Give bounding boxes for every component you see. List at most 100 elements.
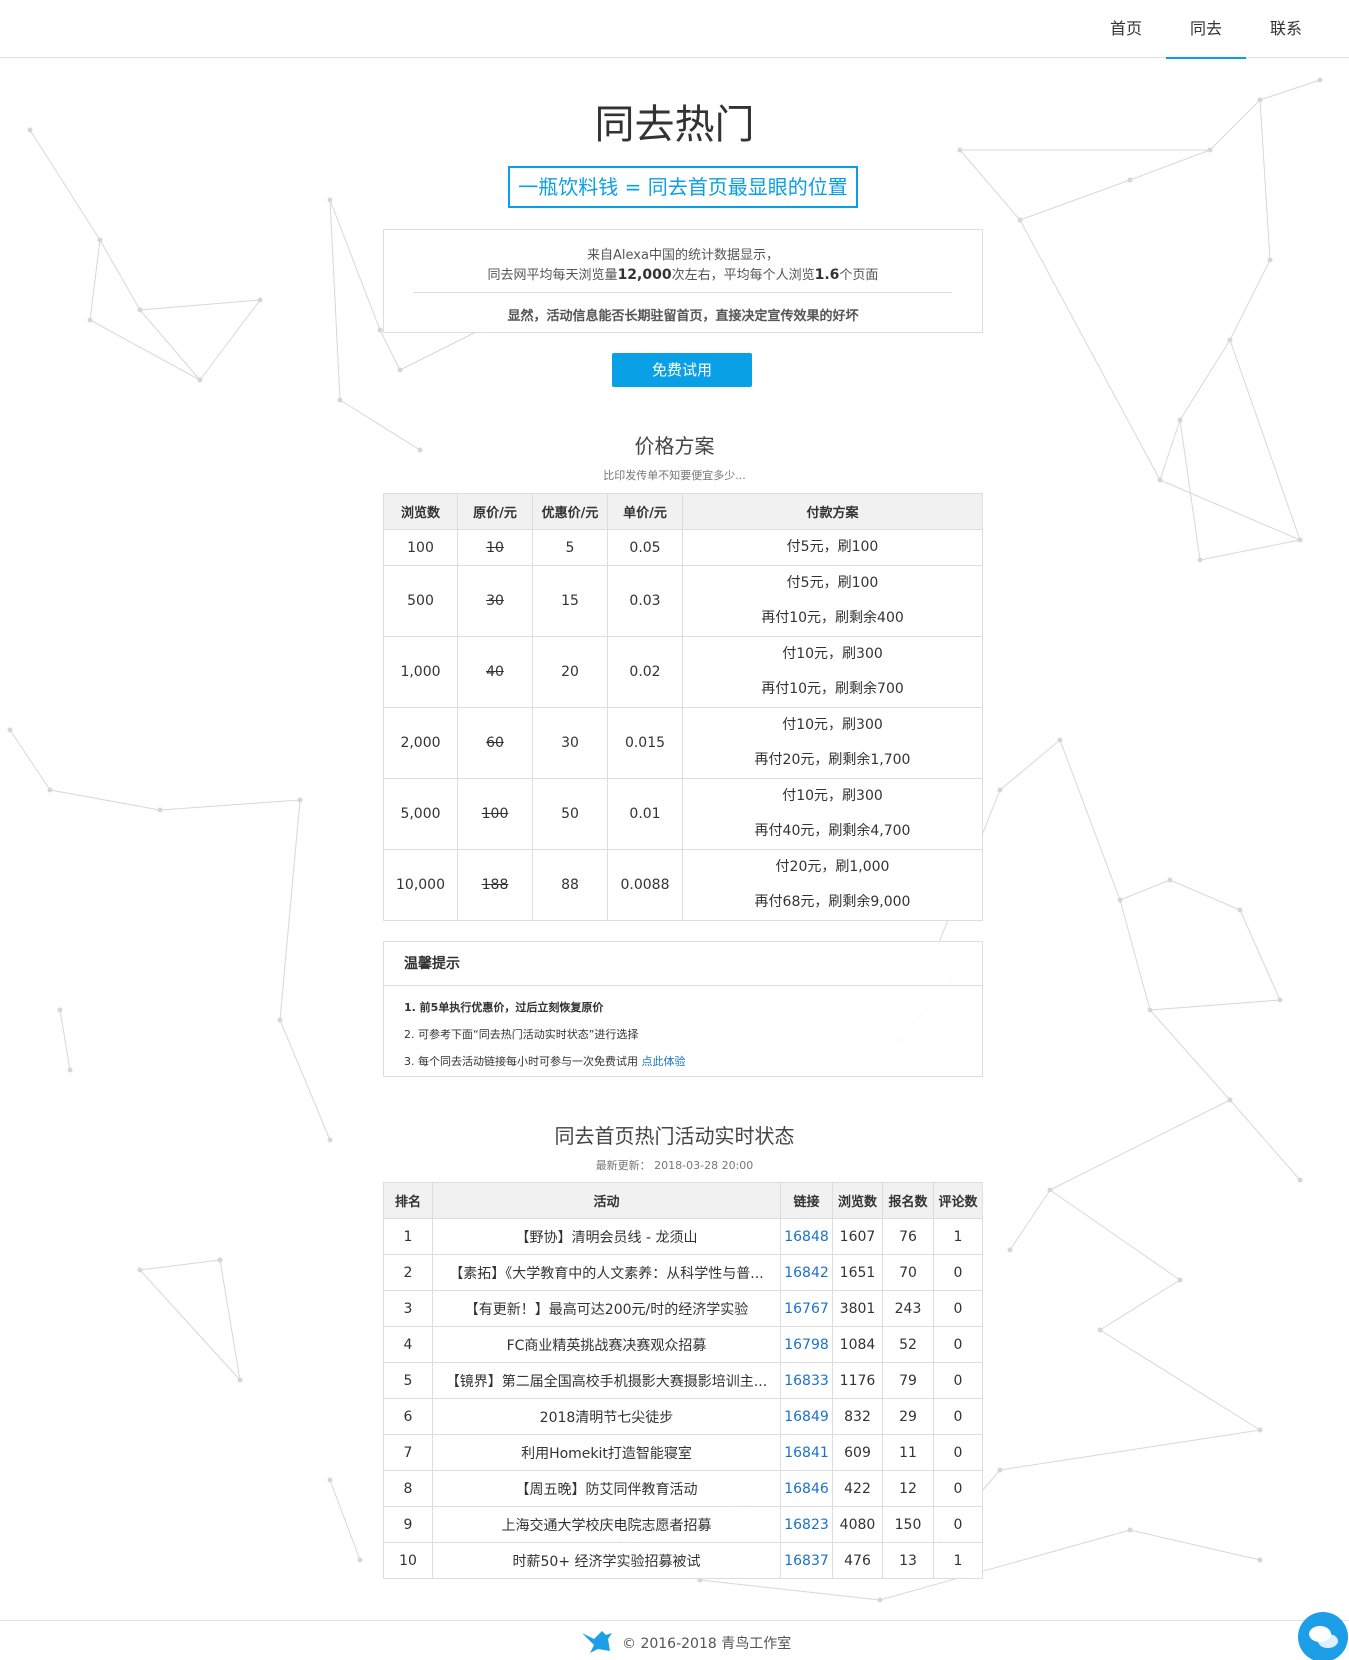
comments-cell: 1 — [933, 1542, 983, 1579]
stats-line-2: 同去网平均每天浏览量12,000次左右，平均每个人浏览1.6个页面 — [487, 267, 879, 283]
rank-cell: 5 — [383, 1362, 433, 1399]
plan-line: 再付20元，刷剩余1,700 — [754, 752, 911, 768]
signups-cell: 12 — [882, 1470, 934, 1507]
try-now-link[interactable]: 点此体验 — [642, 1055, 686, 1068]
views-cell: 609 — [832, 1434, 883, 1471]
pricing-unit-cell: 0.01 — [607, 778, 683, 850]
pricing-orig-cell: 188 — [457, 849, 533, 921]
pricing-deal-cell: 5 — [532, 529, 608, 566]
pricing-orig-cell: 100 — [457, 778, 533, 850]
chat-bubble-icon — [1309, 1626, 1338, 1648]
col-activity: 活动 — [432, 1182, 781, 1219]
pricing-plan-cell: 付20元，刷1,000 再付68元，刷剩余9,000 — [682, 849, 983, 921]
pricing-plan-cell: 付10元，刷300 再付20元，刷剩余1,700 — [682, 707, 983, 779]
activity-link[interactable]: 16767 — [780, 1290, 833, 1327]
activity-link[interactable]: 16849 — [780, 1398, 833, 1435]
chat-button[interactable] — [1298, 1612, 1348, 1660]
activity-link[interactable]: 16798 — [780, 1326, 833, 1363]
pricing-views-cell: 5,000 — [383, 778, 458, 850]
col-signups: 报名数 — [882, 1182, 934, 1219]
nav-contact[interactable]: 联系 — [1246, 0, 1326, 58]
views-cell: 422 — [832, 1470, 883, 1507]
ranking-row: 5 【镜界】第二届全国高校手机摄影大赛摄影培训主... 16833 1176 79 0 — [383, 1362, 983, 1399]
ranking-row: 3 【有更新！】最高可达200元/时的经济学实验 16767 3801 243 0 — [383, 1290, 983, 1327]
pricing-plan-cell: 付5元，刷100 再付10元，刷剩余400 — [682, 565, 983, 637]
views-cell: 1651 — [832, 1254, 883, 1291]
pricing-plan-cell: 付5元，刷100 — [682, 529, 983, 566]
copyright-text: © 2016-2018 青鸟工作室 — [622, 1636, 792, 1652]
col-rank: 排名 — [383, 1182, 433, 1219]
comments-cell: 0 — [933, 1398, 983, 1435]
comments-cell: 0 — [933, 1434, 983, 1471]
ranking-updated: 最新更新： 2018-03-28 20:00 — [595, 1159, 754, 1172]
ranking-table: 排名 活动 链接 浏览数 报名数 评论数 1 【野协】清明会员线 - 龙须山 168… — [383, 1182, 983, 1579]
pricing-orig-cell: 10 — [457, 529, 533, 566]
plan-line: 再付40元，刷剩余4,700 — [754, 823, 911, 839]
pricing-row: 5,000 100 50 0.01 付10元，刷300 再付40元，刷剩余4,700 — [383, 778, 983, 850]
col-views: 浏览数 — [832, 1182, 883, 1219]
activity-link[interactable]: 16841 — [780, 1434, 833, 1471]
pricing-deal-cell: 20 — [532, 636, 608, 708]
activity-cell: 上海交通大学校庆电院志愿者招募 — [432, 1506, 781, 1543]
activity-link[interactable]: 16823 — [780, 1506, 833, 1543]
comments-cell: 0 — [933, 1362, 983, 1399]
comments-cell: 0 — [933, 1326, 983, 1363]
activity-link[interactable]: 16848 — [780, 1218, 833, 1255]
activity-cell: 【有更新！】最高可达200元/时的经济学实验 — [432, 1290, 781, 1327]
activity-cell: 【镜界】第二届全国高校手机摄影大赛摄影培训主... — [432, 1362, 781, 1399]
bird-icon — [582, 1631, 612, 1653]
activity-cell: 时薪50+ 经济学实验招募被试 — [432, 1542, 781, 1579]
top-navigation: 首页 同去 联系 — [0, 0, 1349, 59]
activity-link[interactable]: 16837 — [780, 1542, 833, 1579]
activity-link[interactable]: 16846 — [780, 1470, 833, 1507]
ranking-row: 9 上海交通大学校庆电院志愿者招募 16823 4080 150 0 — [383, 1506, 983, 1543]
pricing-orig-cell: 40 — [457, 636, 533, 708]
stats-divider — [414, 292, 952, 293]
ranking-row: 8 【周五晚】防艾同伴教育活动 16846 422 12 0 — [383, 1470, 983, 1507]
rank-cell: 3 — [383, 1290, 433, 1327]
tip-1: 1. 前5单执行优惠价，过后立刻恢复原价 — [404, 1001, 604, 1014]
pricing-views-cell: 1,000 — [383, 636, 458, 708]
pricing-unit-cell: 0.0088 — [607, 849, 683, 921]
plan-line: 付5元，刷100 — [786, 539, 879, 555]
pricing-views-cell: 10,000 — [383, 849, 458, 921]
stats-line-1: 来自Alexa中国的统计数据显示， — [587, 248, 779, 263]
rank-cell: 2 — [383, 1254, 433, 1291]
signups-cell: 13 — [882, 1542, 934, 1579]
ranking-row: 7 利用Homekit打造智能寝室 16841 609 11 0 — [383, 1434, 983, 1471]
plan-line: 付10元，刷300 — [782, 646, 883, 662]
tip-3: 3. 每个同去活动链接每小时可参与一次免费试用 点此体验 — [404, 1055, 686, 1068]
pricing-deal-cell: 15 — [532, 565, 608, 637]
ranking-row: 4 FC商业精英挑战赛决赛观众招募 16798 1084 52 0 — [383, 1326, 983, 1363]
pricing-deal-cell: 30 — [532, 707, 608, 779]
activity-link[interactable]: 16842 — [780, 1254, 833, 1291]
pricing-title: 价格方案 — [634, 434, 715, 458]
pricing-row: 2,000 60 30 0.015 付10元，刷300 再付20元，刷剩余1,700 — [383, 707, 983, 779]
pricing-views-cell: 500 — [383, 565, 458, 637]
views-cell: 4080 — [832, 1506, 883, 1543]
pricing-plan-cell: 付10元，刷300 再付10元，刷剩余700 — [682, 636, 983, 708]
plan-line: 再付10元，刷剩余700 — [761, 681, 904, 697]
ranking-title: 同去首页热门活动实时状态 — [554, 1124, 795, 1148]
views-cell: 1176 — [832, 1362, 883, 1399]
col-views: 浏览数 — [383, 493, 458, 530]
signups-cell: 76 — [882, 1218, 934, 1255]
pricing-row: 1,000 40 20 0.02 付10元，刷300 再付10元，刷剩余700 — [383, 636, 983, 708]
nav-tongqu[interactable]: 同去 — [1166, 0, 1246, 59]
plan-line: 付10元，刷300 — [782, 717, 883, 733]
page-title: 同去热门 — [594, 102, 755, 148]
activity-link[interactable]: 16833 — [780, 1362, 833, 1399]
nav-home[interactable]: 首页 — [1086, 0, 1166, 58]
col-comments: 评论数 — [933, 1182, 983, 1219]
pricing-row: 100 10 5 0.05 付5元，刷100 — [383, 529, 983, 566]
pricing-views-cell: 100 — [383, 529, 458, 566]
ranking-row: 1 【野协】清明会员线 - 龙须山 16848 1607 76 1 — [383, 1218, 983, 1255]
comments-cell: 0 — [933, 1506, 983, 1543]
tips-panel: 温馨提示 1. 前5单执行优惠价，过后立刻恢复原价 2. 可参考下面“同去热门活… — [383, 941, 983, 1077]
free-trial-button[interactable]: 免费试用 — [612, 353, 752, 387]
rank-cell: 9 — [383, 1506, 433, 1543]
plan-line: 再付10元，刷剩余400 — [761, 610, 904, 626]
rank-cell: 10 — [383, 1542, 433, 1579]
signups-cell: 11 — [882, 1434, 934, 1471]
pricing-views-cell: 2,000 — [383, 707, 458, 779]
